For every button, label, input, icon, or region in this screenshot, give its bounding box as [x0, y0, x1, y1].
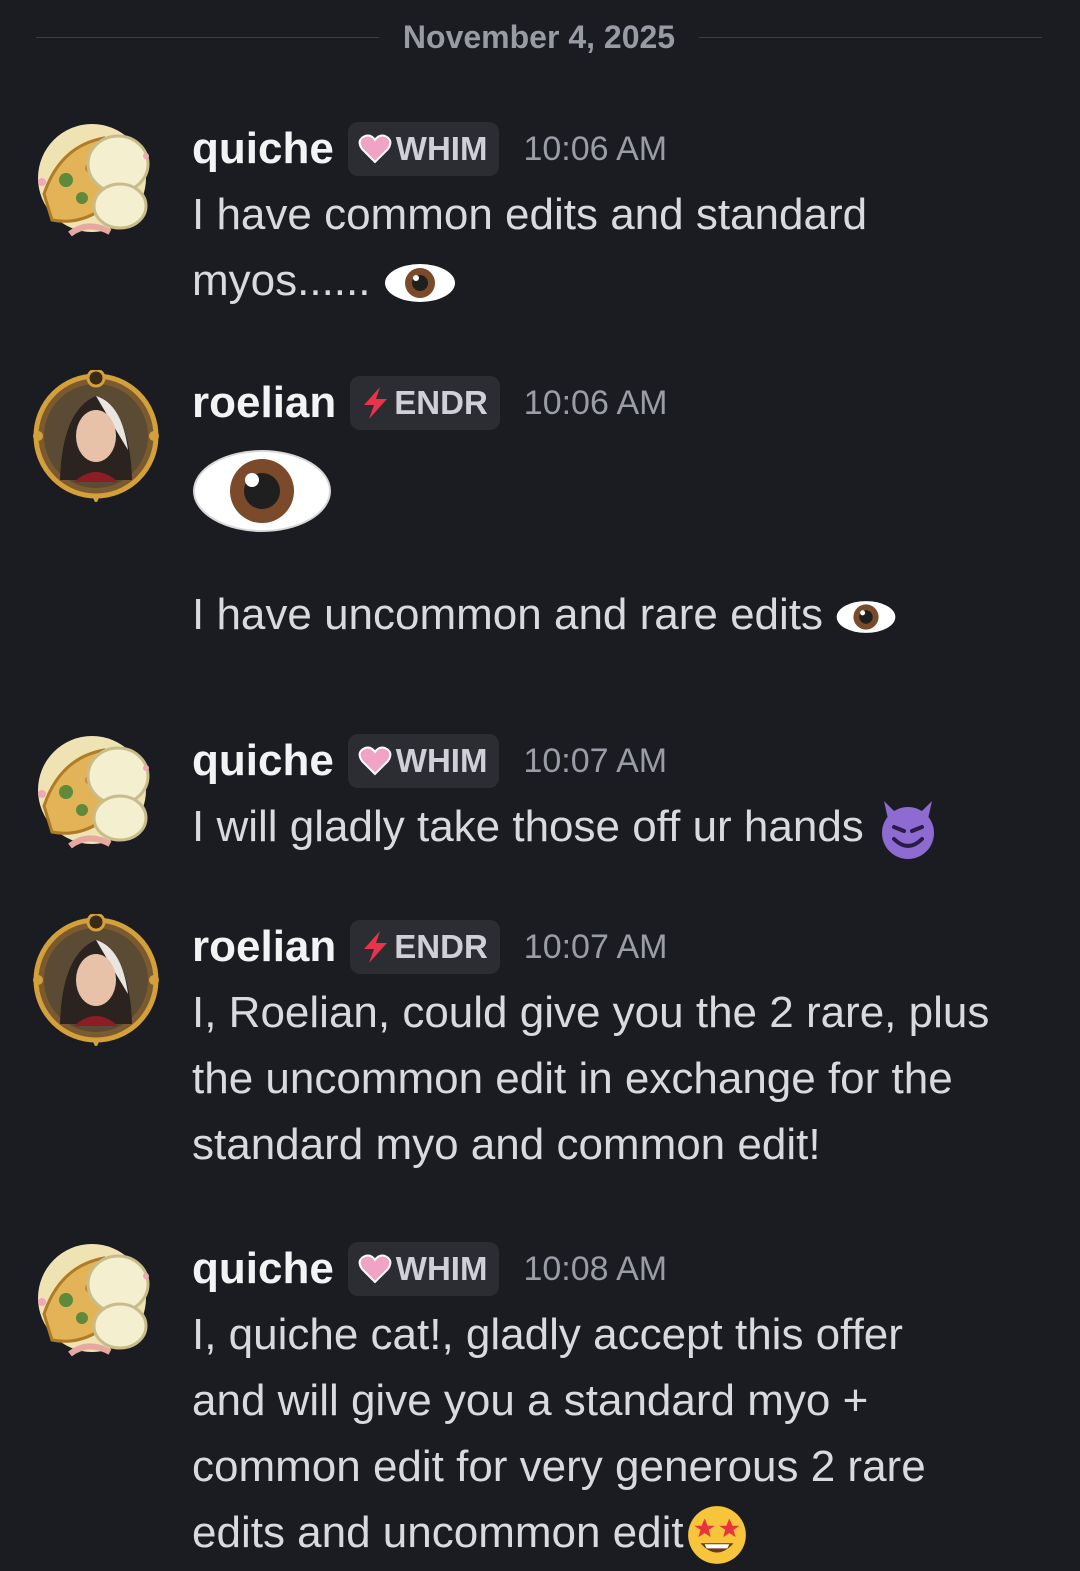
eye-icon [193, 450, 331, 532]
cat-pizza-avatar-icon [38, 124, 150, 237]
server-tag[interactable]: ENDR [350, 376, 500, 430]
message-text: I, Roelian, could give you the 2 rare, p… [192, 980, 1040, 1178]
server-tag[interactable]: WHIM [347, 734, 500, 788]
heart-icon [358, 746, 392, 776]
avatar-quiche[interactable] [30, 116, 162, 248]
timestamp: 10:06 AM [523, 383, 668, 422]
timestamp: 10:08 AM [523, 1249, 668, 1288]
date-label: November 4, 2025 [402, 18, 676, 55]
message-text: I, quiche cat!, gladly accept this offer… [192, 1302, 1040, 1568]
message-line: common edit for very generous 2 rare [192, 1442, 926, 1491]
timestamp: 10:07 AM [523, 741, 668, 780]
message-text: I have common edits and standard myos...… [192, 182, 1040, 314]
message-text: I will gladly take those off ur hands [192, 794, 1040, 861]
tag-label: ENDR [394, 384, 488, 421]
message-line: I, Roelian, could give you the 2 rare, p… [192, 988, 990, 1037]
username[interactable]: roelian [192, 378, 336, 428]
server-tag[interactable]: WHIM [347, 1242, 500, 1296]
message-line: I have uncommon and rare edits [192, 590, 824, 639]
divider-line-left [36, 36, 379, 38]
cat-pizza-avatar-icon [38, 736, 150, 849]
timestamp: 10:07 AM [523, 927, 668, 966]
username[interactable]: quiche [192, 124, 334, 174]
tag-label: WHIM [395, 1250, 488, 1287]
message-text: I have uncommon and rare edits [192, 582, 1040, 648]
message-line: edits and uncommon edit [192, 1508, 684, 1557]
avatar-roelian[interactable] [30, 370, 162, 502]
heart-icon [358, 1254, 392, 1284]
message-line: the uncommon edit in exchange for the [192, 1054, 953, 1103]
server-tag[interactable]: WHIM [347, 122, 500, 176]
avatar-roelian[interactable] [30, 914, 162, 1046]
lightning-icon [364, 931, 388, 963]
message-line: and will give you a standard myo + [192, 1376, 869, 1425]
character-portrait-avatar-icon [33, 914, 159, 1046]
cat-pizza-avatar-icon [38, 1244, 150, 1357]
divider-line-right [699, 36, 1042, 38]
avatar-quiche[interactable] [30, 728, 162, 860]
username[interactable]: quiche [192, 1244, 334, 1294]
avatar-quiche[interactable] [30, 1236, 162, 1368]
date-divider: November 4, 2025 [36, 14, 1042, 60]
eye-icon [836, 601, 896, 634]
heart-icon [358, 134, 392, 164]
message-line: I have common edits and standard [192, 190, 868, 239]
username[interactable]: roelian [192, 922, 336, 972]
smiling-devil-icon [882, 801, 935, 860]
star-struck-icon [687, 1506, 746, 1565]
username[interactable]: quiche [192, 736, 334, 786]
tag-label: ENDR [394, 928, 488, 965]
tag-label: WHIM [395, 742, 488, 779]
message-line: I, quiche cat!, gladly accept this offer [192, 1310, 903, 1359]
character-portrait-avatar-icon [33, 370, 159, 502]
message-line: standard myo and common edit! [192, 1120, 821, 1169]
message-line: I will gladly take those off ur hands [192, 802, 864, 851]
server-tag[interactable]: ENDR [350, 920, 500, 974]
timestamp: 10:06 AM [523, 129, 668, 168]
eye-icon [384, 264, 455, 303]
message-line: myos...... [192, 256, 371, 305]
lightning-icon [364, 387, 388, 419]
tag-label: WHIM [395, 130, 488, 167]
